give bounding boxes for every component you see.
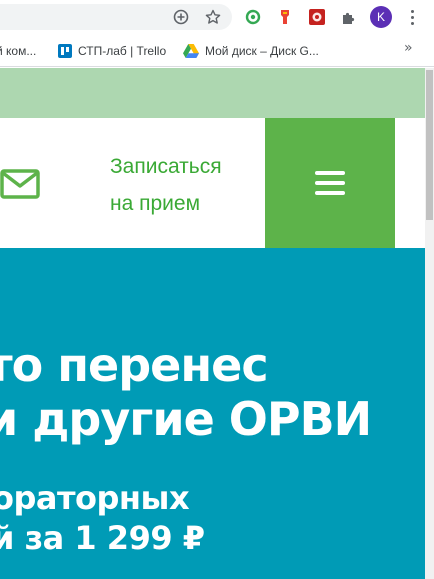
google-drive-icon xyxy=(183,44,199,58)
profile-avatar[interactable]: K xyxy=(370,6,392,28)
hamburger-menu-icon xyxy=(315,171,345,175)
hero-banner: то перенес и другие ОРВИ ораторных й за … xyxy=(0,248,425,579)
top-banner-strip xyxy=(0,68,425,118)
more-bookmarks-icon[interactable]: » xyxy=(404,40,413,56)
bookmark-trello[interactable]: СТП-лаб | Trello xyxy=(58,42,166,60)
extensions-puzzle-icon[interactable] xyxy=(337,5,361,29)
appointment-link[interactable]: Записаться на прием xyxy=(110,148,260,222)
appointment-line-2: на прием xyxy=(110,192,201,215)
bookmark-label: Мой диск – Диск G... xyxy=(205,44,319,58)
hero-title: то перенес и другие ОРВИ xyxy=(0,338,372,446)
page-scrollbar[interactable] xyxy=(425,68,434,579)
bookmark-item[interactable]: й ком... xyxy=(0,42,36,60)
bookmark-star-icon[interactable] xyxy=(201,5,225,29)
extension-red-icon[interactable] xyxy=(305,5,329,29)
hero-title-line-2: и другие ОРВИ xyxy=(0,392,372,446)
hero-subtitle: ораторных й за 1 299 ₽ xyxy=(0,478,205,558)
hamburger-menu-button[interactable] xyxy=(265,118,395,248)
zoom-icon[interactable] xyxy=(169,5,193,29)
extension-circle-icon[interactable] xyxy=(241,5,265,29)
address-bar[interactable] xyxy=(0,4,232,30)
page-viewport: Записаться на прием то перенес и другие … xyxy=(0,68,425,579)
browser-menu-icon[interactable] xyxy=(405,6,419,28)
extension-flag-icon[interactable] xyxy=(273,5,297,29)
mail-icon[interactable] xyxy=(0,168,40,200)
site-header: Записаться на прием xyxy=(0,118,425,248)
trello-icon xyxy=(58,44,72,58)
bookmark-label: СТП-лаб | Trello xyxy=(78,44,167,58)
browser-toolbar: K xyxy=(0,0,434,34)
bookmark-label: й ком... xyxy=(0,44,37,58)
bookmark-google-drive[interactable]: Мой диск – Диск G... xyxy=(183,42,319,60)
appointment-line-1: Записаться xyxy=(110,155,222,178)
hero-subtitle-line-2: й за 1 299 ₽ xyxy=(0,519,205,557)
bookmarks-bar: й ком... СТП-лаб | Trello Мой диск – Дис… xyxy=(0,34,434,67)
hero-subtitle-line-1: ораторных xyxy=(0,479,190,517)
hero-title-line-1: то перенес xyxy=(0,338,269,392)
scrollbar-thumb[interactable] xyxy=(426,70,433,220)
